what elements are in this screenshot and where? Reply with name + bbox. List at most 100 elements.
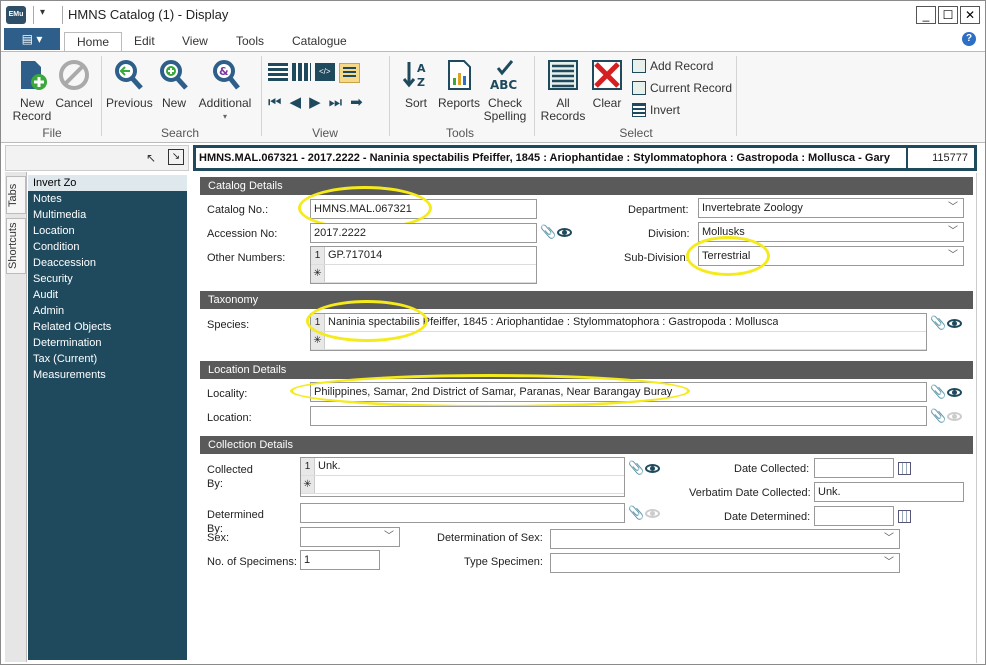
chevron-down-icon: ﹀ xyxy=(884,533,894,544)
new-search-icon xyxy=(160,60,188,90)
group-label-view: View xyxy=(312,126,338,140)
tab-tabs[interactable]: Tabs xyxy=(6,176,26,214)
first-record-icon[interactable]: ⏮ xyxy=(268,94,282,112)
new-search-button[interactable]: New xyxy=(154,58,194,110)
cancel-button[interactable]: Cancel xyxy=(54,58,94,110)
eye-icon[interactable] xyxy=(645,509,660,518)
list-view-icon[interactable] xyxy=(268,63,288,81)
tab-view[interactable]: View xyxy=(170,32,220,52)
help-icon[interactable]: ? xyxy=(962,32,976,46)
other-numbers-list[interactable]: 1 GP.717014 ✳ xyxy=(310,246,537,284)
check-spelling-icon: ABC xyxy=(490,60,517,92)
close-button[interactable]: ✕ xyxy=(960,6,980,24)
group-label-select: Select xyxy=(619,126,653,140)
tab-catalogue[interactable]: Catalogue xyxy=(280,32,359,52)
list-item[interactable]: 1 Unk. xyxy=(301,458,624,476)
subdivision-label: Sub-Division: xyxy=(624,252,689,264)
next-record-icon[interactable]: ▶ xyxy=(309,94,321,112)
record-tab-list: Invert Zo Notes Multimedia Location Cond… xyxy=(28,175,187,660)
sort-button[interactable]: AZ Sort xyxy=(396,58,436,110)
tab-item-related-objects[interactable]: Related Objects xyxy=(28,319,187,335)
eye-icon[interactable] xyxy=(645,464,660,473)
paperclip-icon[interactable]: 📎 xyxy=(628,460,644,476)
goto-record-icon[interactable]: ➡ xyxy=(350,94,363,112)
location-field[interactable] xyxy=(310,406,927,426)
eye-icon[interactable] xyxy=(947,412,962,421)
tab-item-tax-current[interactable]: Tax (Current) xyxy=(28,351,187,367)
maximize-button[interactable]: ☐ xyxy=(938,6,958,24)
reports-button[interactable]: Reports xyxy=(437,58,481,110)
clear-button[interactable]: Clear xyxy=(588,58,626,110)
view-mode-buttons: </> xyxy=(268,63,360,83)
date-collected-field[interactable] xyxy=(814,458,894,478)
tab-item-audit[interactable]: Audit xyxy=(28,287,187,303)
accession-no-field[interactable]: 2017.2222 xyxy=(310,223,537,243)
paperclip-icon[interactable]: 📎 xyxy=(930,408,946,424)
invert-button[interactable]: Invert xyxy=(632,103,680,117)
new-record-button[interactable]: New Record xyxy=(10,58,54,123)
pointer-icon[interactable]: ↖ xyxy=(146,151,156,165)
tab-item-multimedia[interactable]: Multimedia xyxy=(28,207,187,223)
add-record-button[interactable]: Add Record xyxy=(632,59,713,73)
tab-edit[interactable]: Edit xyxy=(122,32,167,52)
new-record-label: New Record xyxy=(12,96,52,123)
tab-item-deaccession[interactable]: Deaccession xyxy=(28,255,187,271)
eye-icon[interactable] xyxy=(947,388,962,397)
no-specimens-field[interactable]: 1 xyxy=(300,550,380,570)
chevron-down-icon: ﹀ xyxy=(384,531,394,542)
verbatim-date-field[interactable]: Unk. xyxy=(814,482,964,502)
tab-item-notes[interactable]: Notes xyxy=(28,191,187,207)
other-number-value: GP.717014 xyxy=(328,249,383,261)
tab-item-location[interactable]: Location xyxy=(28,223,187,239)
new-row[interactable]: ✳ xyxy=(311,265,536,283)
additional-search-button[interactable]: & Additional ▾ xyxy=(196,58,254,123)
collected-by-list[interactable]: 1 Unk. ✳ xyxy=(300,457,625,497)
record-irn: 115777 xyxy=(906,148,974,168)
divider xyxy=(62,6,63,24)
minimize-button[interactable]: _ xyxy=(916,6,936,24)
tab-item-measurements[interactable]: Measurements xyxy=(28,367,187,383)
determination-of-sex-select[interactable]: ﹀ xyxy=(550,529,900,549)
tab-item-determination[interactable]: Determination xyxy=(28,335,187,351)
xml-view-icon[interactable]: </> xyxy=(315,63,335,81)
paperclip-icon[interactable]: 📎 xyxy=(628,505,644,521)
paperclip-icon[interactable]: 📎 xyxy=(930,384,946,400)
paperclip-icon[interactable]: 📎 xyxy=(540,224,556,240)
file-menu-button[interactable]: ▤ ▾ xyxy=(4,28,60,50)
determined-by-field[interactable] xyxy=(300,503,625,523)
list-item[interactable]: 1 GP.717014 xyxy=(311,247,536,265)
previous-record-icon[interactable]: ◀ xyxy=(290,94,302,112)
chevron-down-icon: ▾ xyxy=(222,112,227,121)
eye-icon[interactable] xyxy=(557,228,572,237)
tab-item-admin[interactable]: Admin xyxy=(28,303,187,319)
department-select[interactable]: Invertebrate Zoology ﹀ xyxy=(698,198,964,218)
check-spelling-button[interactable]: ABC Check Spelling xyxy=(482,58,528,123)
new-row[interactable]: ✳ xyxy=(301,476,624,494)
previous-button[interactable]: Previous xyxy=(106,58,153,110)
tab-shortcuts[interactable]: Shortcuts xyxy=(6,218,26,274)
date-determined-field[interactable] xyxy=(814,506,894,526)
location-label: Location: xyxy=(207,412,252,424)
last-record-icon[interactable]: ⏭ xyxy=(329,94,343,112)
paperclip-icon[interactable]: 📎 xyxy=(930,315,946,331)
tab-item-invert-zo[interactable]: Invert Zo xyxy=(28,175,187,191)
highlight-ellipse xyxy=(290,374,690,408)
sex-select[interactable]: ﹀ xyxy=(300,527,400,547)
grid-view-icon[interactable] xyxy=(291,63,311,81)
group-label-search: Search xyxy=(160,126,200,140)
clear-label: Clear xyxy=(592,96,622,110)
tab-item-security[interactable]: Security xyxy=(28,271,187,287)
divider xyxy=(33,6,34,24)
tab-tools[interactable]: Tools xyxy=(224,32,276,52)
tab-home[interactable]: Home xyxy=(64,32,123,52)
type-specimen-select[interactable]: ﹀ xyxy=(550,553,900,573)
eye-icon[interactable] xyxy=(947,319,962,328)
all-records-button[interactable]: All Records xyxy=(540,58,586,123)
tab-item-condition[interactable]: Condition xyxy=(28,239,187,255)
field-select-icon[interactable]: ↘ xyxy=(168,149,184,165)
current-record-button[interactable]: Current Record xyxy=(632,81,732,95)
details-view-icon[interactable] xyxy=(338,63,360,83)
calendar-icon[interactable] xyxy=(898,462,911,475)
calendar-icon[interactable] xyxy=(898,510,911,523)
quick-access-dropdown-icon[interactable]: ▾ xyxy=(40,7,45,18)
